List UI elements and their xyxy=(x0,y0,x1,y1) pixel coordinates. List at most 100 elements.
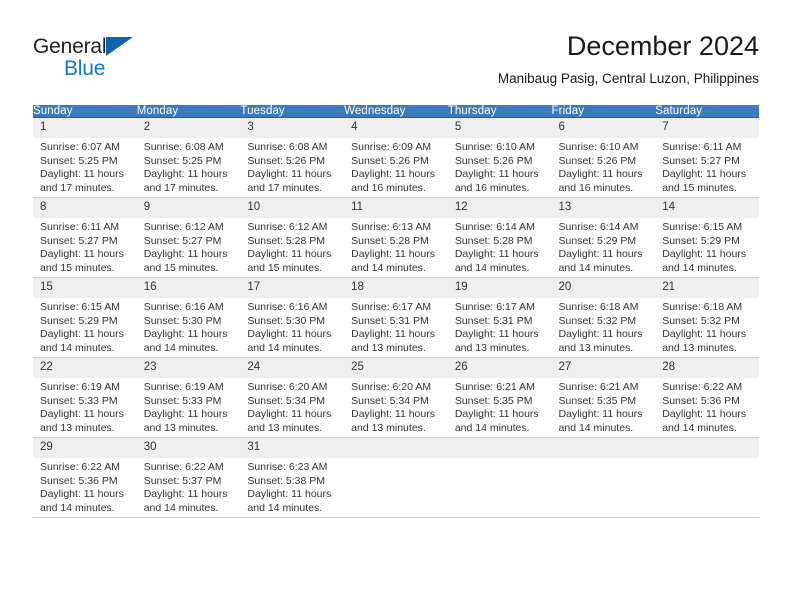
sunset-text: Sunset: 5:26 PM xyxy=(558,154,637,167)
sunset-text: Sunset: 5:27 PM xyxy=(40,234,118,247)
day-sun-info: Sunrise: 6:20 AM Sunset: 5:34 PM Daylight:… xyxy=(240,378,344,435)
sunrise-text: Sunrise: 6:23 AM xyxy=(247,461,328,473)
daylight-text-line2: and 14 minutes. xyxy=(40,341,115,354)
calendar-day-cell[interactable]: 1 Sunrise: 6:07 AM Sunset: 5:25 PM Daylight… xyxy=(33,117,137,198)
calendar-day-cell[interactable]: 31 Sunrise: 6:23 AM Sunset: 5:38 PM Dayligh… xyxy=(240,437,345,518)
day-sun-info: Sunrise: 6:15 AM Sunset: 5:29 PM Daylight:… xyxy=(33,298,137,355)
daylight-text-line2: and 16 minutes. xyxy=(454,181,530,194)
sunrise-text: Sunrise: 6:22 AM xyxy=(40,461,120,473)
calendar-day-cell[interactable]: 3 Sunrise: 6:08 AM Sunset: 5:26 PM Daylight… xyxy=(240,117,345,198)
day-sun-info: Sunrise: 6:11 AM Sunset: 5:27 PM Daylight:… xyxy=(655,138,759,195)
daylight-text-line1: Daylight: 11 hours xyxy=(558,408,643,421)
daylight-text-line1: Daylight: 11 hours xyxy=(40,488,124,501)
day-number: 26 xyxy=(447,358,552,378)
calendar-day-cell[interactable]: 30 Sunrise: 6:22 AM Sunset: 5:37 PM Dayligh… xyxy=(136,437,241,518)
sunset-text: Sunset: 5:27 PM xyxy=(662,154,740,167)
title-block: December 2024 Manibaug Pasig, Central Lu… xyxy=(498,28,759,90)
calendar-day-cell-empty xyxy=(447,437,552,518)
daylight-text-line1: Daylight: 11 hours xyxy=(662,168,747,181)
day-sun-info: Sunrise: 6:16 AM Sunset: 5:30 PM Daylight:… xyxy=(240,298,344,355)
day-number: 14 xyxy=(655,198,759,218)
daylight-text-line1: Daylight: 11 hours xyxy=(454,408,539,421)
day-sun-info: Sunrise: 6:22 AM Sunset: 5:36 PM Daylight:… xyxy=(33,458,137,515)
calendar-day-cell[interactable]: 11 Sunrise: 6:13 AM Sunset: 5:28 PM Dayligh… xyxy=(344,197,448,278)
sunset-text: Sunset: 5:32 PM xyxy=(662,314,740,327)
daylight-text-line2: and 17 minutes. xyxy=(247,181,323,194)
daylight-text-line2: and 14 minutes. xyxy=(247,501,323,514)
day-number: 17 xyxy=(240,278,345,298)
day-number: 19 xyxy=(447,278,552,298)
sunset-text: Sunset: 5:31 PM xyxy=(351,314,429,327)
daylight-text-line1: Daylight: 11 hours xyxy=(143,248,228,261)
daylight-text-line2: and 15 minutes. xyxy=(247,261,323,274)
calendar-day-cell[interactable]: 29 Sunrise: 6:22 AM Sunset: 5:36 PM Dayligh… xyxy=(33,437,137,518)
sunset-text: Sunset: 5:28 PM xyxy=(247,234,326,247)
calendar-day-cell[interactable]: 17 Sunrise: 6:16 AM Sunset: 5:30 PM Dayligh… xyxy=(240,277,345,358)
calendar-day-cell[interactable]: 12 Sunrise: 6:14 AM Sunset: 5:28 PM Dayligh… xyxy=(447,197,552,278)
calendar-day-cell[interactable]: 13 Sunrise: 6:14 AM Sunset: 5:29 PM Dayligh… xyxy=(551,197,656,278)
sunrise-text: Sunrise: 6:14 AM xyxy=(454,221,535,233)
calendar-day-cell[interactable]: 24 Sunrise: 6:20 AM Sunset: 5:34 PM Dayligh… xyxy=(240,357,345,438)
calendar-day-cell[interactable]: 14 Sunrise: 6:15 AM Sunset: 5:29 PM Dayligh… xyxy=(655,197,759,278)
weekday-header-saturday: Saturday xyxy=(655,105,759,118)
calendar-day-cell[interactable]: 16 Sunrise: 6:16 AM Sunset: 5:30 PM Dayligh… xyxy=(136,277,241,358)
sunrise-text: Sunrise: 6:10 AM xyxy=(558,141,639,153)
calendar-day-cell[interactable]: 10 Sunrise: 6:12 AM Sunset: 5:28 PM Dayligh… xyxy=(240,197,345,278)
daylight-text-line2: and 14 minutes. xyxy=(351,261,426,274)
daylight-text-line2: and 17 minutes. xyxy=(40,181,115,194)
daylight-text-line2: and 13 minutes. xyxy=(40,421,115,434)
sunrise-text: Sunrise: 6:08 AM xyxy=(143,141,224,153)
day-number: 30 xyxy=(136,438,241,458)
calendar-day-cell[interactable]: 28 Sunrise: 6:22 AM Sunset: 5:36 PM Dayligh… xyxy=(655,357,759,438)
calendar-day-cell[interactable]: 25 Sunrise: 6:20 AM Sunset: 5:34 PM Dayligh… xyxy=(344,357,448,438)
sunrise-text: Sunrise: 6:13 AM xyxy=(351,221,432,233)
calendar-week-row: 22 Sunrise: 6:19 AM Sunset: 5:33 PM Dayligh… xyxy=(33,357,759,438)
day-number: 18 xyxy=(344,278,448,298)
daylight-text-line2: and 15 minutes. xyxy=(40,261,115,274)
sunrise-text: Sunrise: 6:16 AM xyxy=(143,301,224,313)
sunrise-text: Sunrise: 6:17 AM xyxy=(454,301,535,313)
daylight-text-line1: Daylight: 11 hours xyxy=(662,408,747,421)
calendar-day-cell[interactable]: 2 Sunrise: 6:08 AM Sunset: 5:25 PM Daylight… xyxy=(136,117,241,198)
daylight-text-line1: Daylight: 11 hours xyxy=(247,248,332,261)
logo-triangle-icon xyxy=(106,37,133,56)
generalblue-logo[interactable]: General Blue xyxy=(33,34,213,86)
weekday-header-friday: Friday xyxy=(551,105,656,118)
calendar-day-cell[interactable]: 18 Sunrise: 6:17 AM Sunset: 5:31 PM Dayligh… xyxy=(344,277,448,358)
daylight-text-line1: Daylight: 11 hours xyxy=(247,488,332,501)
calendar-day-cell-empty xyxy=(551,437,656,518)
daylight-text-line1: Daylight: 11 hours xyxy=(454,328,539,341)
daylight-text-line2: and 16 minutes. xyxy=(351,181,426,194)
calendar-day-cell[interactable]: 26 Sunrise: 6:21 AM Sunset: 5:35 PM Dayligh… xyxy=(447,357,552,438)
calendar-day-cell[interactable]: 20 Sunrise: 6:18 AM Sunset: 5:32 PM Dayligh… xyxy=(551,277,656,358)
day-sun-info: Sunrise: 6:21 AM Sunset: 5:35 PM Daylight:… xyxy=(448,378,552,435)
day-number: 6 xyxy=(551,118,656,138)
sunset-text: Sunset: 5:25 PM xyxy=(40,154,118,167)
calendar-day-cell[interactable]: 7 Sunrise: 6:11 AM Sunset: 5:27 PM Daylight… xyxy=(655,117,759,198)
daylight-text-line2: and 13 minutes. xyxy=(558,341,634,354)
weekday-header-wednesday: Wednesday xyxy=(344,105,448,118)
calendar-day-cell[interactable]: 23 Sunrise: 6:19 AM Sunset: 5:33 PM Dayligh… xyxy=(136,357,241,438)
calendar-day-cell[interactable]: 8 Sunrise: 6:11 AM Sunset: 5:27 PM Daylight… xyxy=(33,197,137,278)
daylight-text-line1: Daylight: 11 hours xyxy=(454,248,539,261)
sunset-text: Sunset: 5:37 PM xyxy=(143,474,222,487)
daylight-text-line1: Daylight: 11 hours xyxy=(247,168,332,181)
day-number: 27 xyxy=(551,358,656,378)
daylight-text-line1: Daylight: 11 hours xyxy=(454,168,539,181)
daylight-text-line1: Daylight: 11 hours xyxy=(40,408,124,421)
calendar-day-cell[interactable]: 27 Sunrise: 6:21 AM Sunset: 5:35 PM Dayligh… xyxy=(551,357,656,438)
calendar-day-cell[interactable]: 19 Sunrise: 6:17 AM Sunset: 5:31 PM Dayligh… xyxy=(447,277,552,358)
sunrise-text: Sunrise: 6:14 AM xyxy=(558,221,639,233)
calendar-day-cell[interactable]: 22 Sunrise: 6:19 AM Sunset: 5:33 PM Dayligh… xyxy=(33,357,137,438)
sunrise-text: Sunrise: 6:09 AM xyxy=(351,141,432,153)
weekday-header-tuesday: Tuesday xyxy=(240,105,345,118)
calendar-day-cell[interactable]: 9 Sunrise: 6:12 AM Sunset: 5:27 PM Daylight… xyxy=(136,197,241,278)
logo-blue-text: Blue xyxy=(64,57,106,80)
calendar-day-cell[interactable]: 21 Sunrise: 6:18 AM Sunset: 5:32 PM Dayligh… xyxy=(655,277,759,358)
daylight-text-line1: Daylight: 11 hours xyxy=(351,408,435,421)
daylight-text-line2: and 14 minutes. xyxy=(558,421,634,434)
calendar-day-cell[interactable]: 4 Sunrise: 6:09 AM Sunset: 5:26 PM Daylight… xyxy=(344,117,448,198)
calendar-day-cell[interactable]: 15 Sunrise: 6:15 AM Sunset: 5:29 PM Dayligh… xyxy=(33,277,137,358)
calendar-day-cell[interactable]: 6 Sunrise: 6:10 AM Sunset: 5:26 PM Daylight… xyxy=(551,117,656,198)
calendar-day-cell[interactable]: 5 Sunrise: 6:10 AM Sunset: 5:26 PM Daylight… xyxy=(447,117,552,198)
